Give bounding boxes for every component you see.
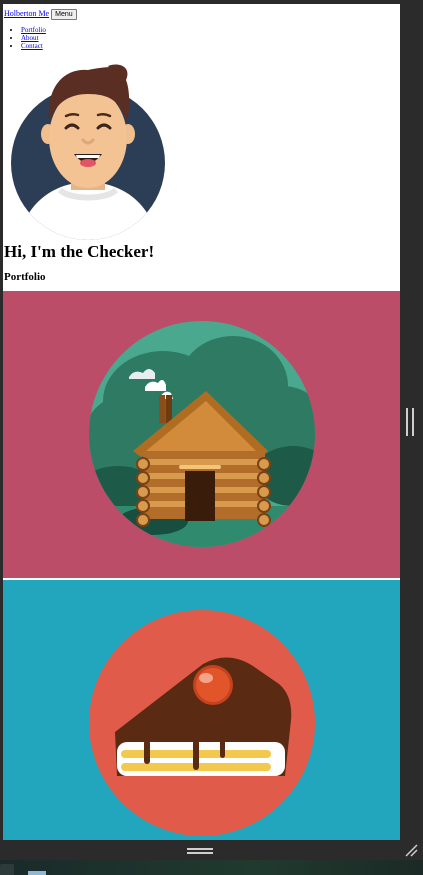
avatar: [11, 64, 165, 240]
page-headline: Hi, I'm the Checker!: [4, 242, 155, 261]
taskbar: [0, 860, 423, 875]
nav-link-portfolio[interactable]: Portfolio: [21, 26, 46, 34]
taskbar-app-icon[interactable]: [28, 871, 46, 875]
nav-item-portfolio: Portfolio: [21, 26, 400, 34]
taskbar-button[interactable]: [0, 864, 14, 875]
portfolio-card-cabin[interactable]: [3, 291, 400, 578]
vertical-resize-grip[interactable]: [406, 408, 414, 436]
nav-link-about[interactable]: About: [21, 34, 39, 42]
nav-link-contact[interactable]: Contact: [21, 42, 43, 50]
portfolio-heading: Portfolio: [4, 271, 46, 283]
browser-viewport: Holberton Me Menu Portfolio About Contac…: [3, 4, 400, 840]
log-cabin-illustration: [89, 321, 315, 547]
site-header: Holberton Me Menu: [3, 4, 400, 20]
resize-corner-icon[interactable]: [404, 843, 418, 857]
menu-button[interactable]: Menu: [51, 8, 77, 20]
cake-slice-illustration: [89, 610, 315, 836]
portfolio-card-cake[interactable]: [3, 580, 400, 840]
horizontal-resize-grip[interactable]: [187, 848, 213, 854]
nav-item-about: About: [21, 34, 400, 42]
nav-list: Portfolio About Contact: [3, 26, 400, 50]
brand-link[interactable]: Holberton Me: [4, 9, 49, 18]
nav-item-contact: Contact: [21, 42, 400, 50]
